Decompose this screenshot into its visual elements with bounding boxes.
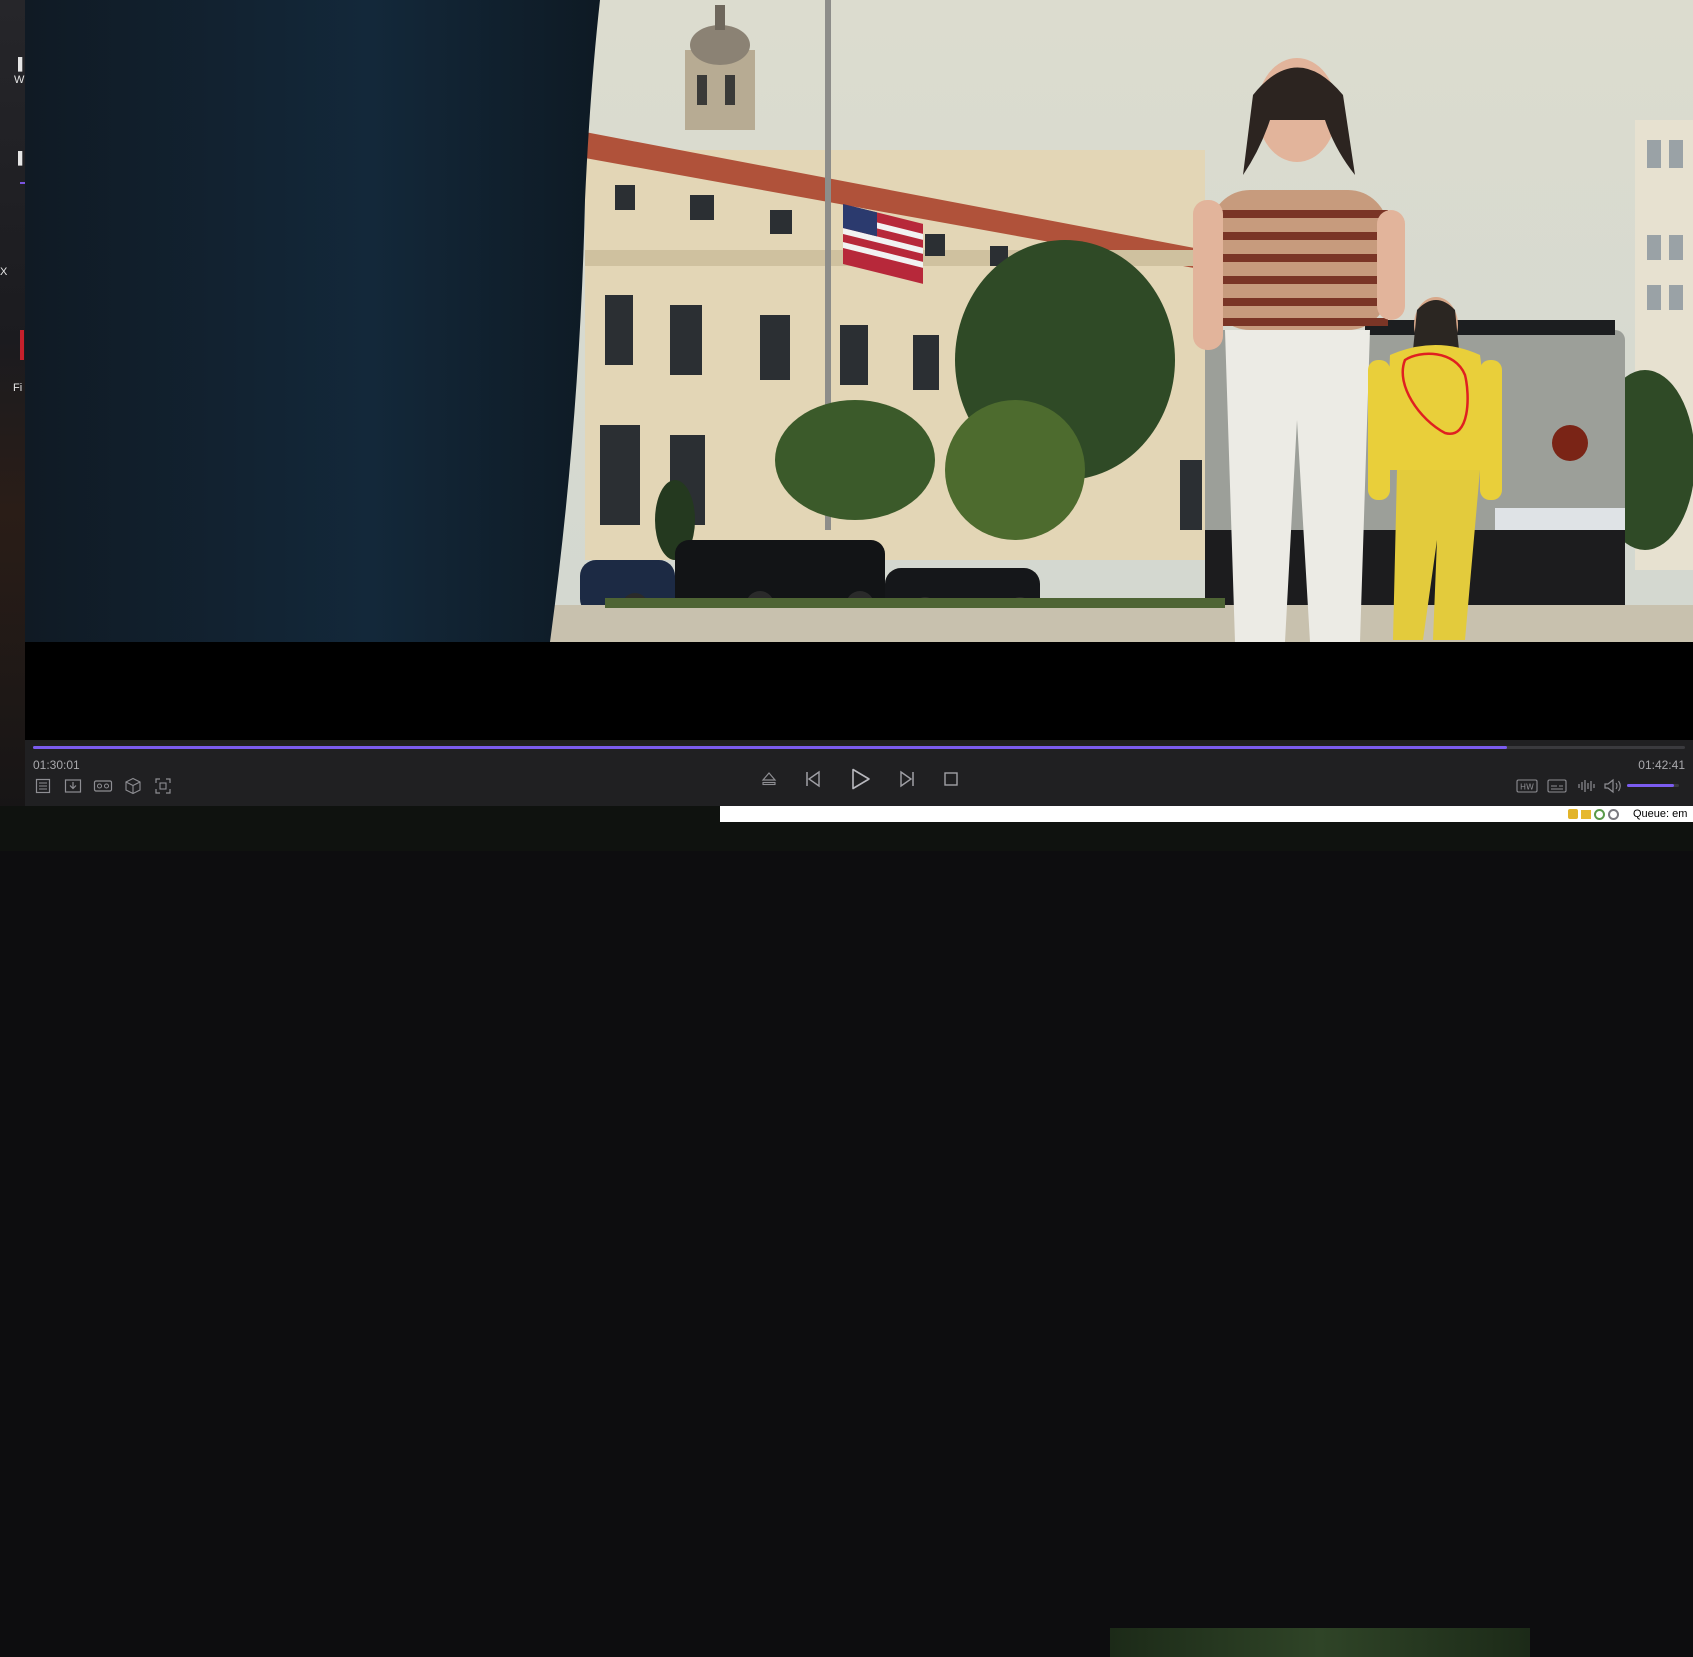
next-icon[interactable] [895,767,919,791]
desktop-icon-label: Fi [13,382,23,394]
audio-waveform-icon[interactable] [1575,776,1599,796]
settings-icon[interactable] [1594,808,1605,820]
letterbox-bar [25,642,1693,740]
stop-icon[interactable] [940,768,962,790]
subtitles-icon[interactable] [1545,776,1569,796]
queue-status-text: Queue: em [1633,808,1688,820]
desktop-app-icon[interactable] [20,330,24,360]
volume-icon[interactable] [1602,776,1624,796]
previous-icon[interactable] [801,767,825,791]
refresh-icon[interactable] [1608,808,1619,820]
video-scene [25,0,1693,642]
play-icon[interactable] [845,764,875,794]
desktop-background-strip: ▌ W ▌ X Fi [0,0,27,851]
seek-bar[interactable] [33,746,1685,749]
download-icon[interactable] [63,776,83,796]
screenshot-icon[interactable] [153,776,173,796]
status-bar [720,806,1693,822]
current-time: 01:30:01 [33,758,80,772]
video-frame[interactable] [25,0,1693,642]
vr-headset-icon[interactable] [92,776,114,796]
total-time: 01:42:41 [1638,758,1685,772]
status-icons [1568,806,1619,822]
hw-label: HW [1520,783,1534,792]
background-foliage [1110,1628,1530,1657]
seek-bar-fill [33,746,1508,749]
player-control-bar: 01:30:01 01:42:41 HW [25,740,1693,806]
playlist-icon[interactable] [33,776,53,796]
3d-cube-icon[interactable] [123,776,143,796]
hw-decode-icon[interactable]: HW [1515,776,1539,796]
eject-icon[interactable] [758,768,780,790]
lock-icon[interactable] [1568,809,1578,819]
volume-slider[interactable] [1627,784,1679,787]
desktop-icon-label: X [0,266,8,278]
desktop-icon-label: W [14,74,25,86]
volume-slider-fill [1627,784,1674,787]
folder-icon[interactable] [1581,809,1591,819]
